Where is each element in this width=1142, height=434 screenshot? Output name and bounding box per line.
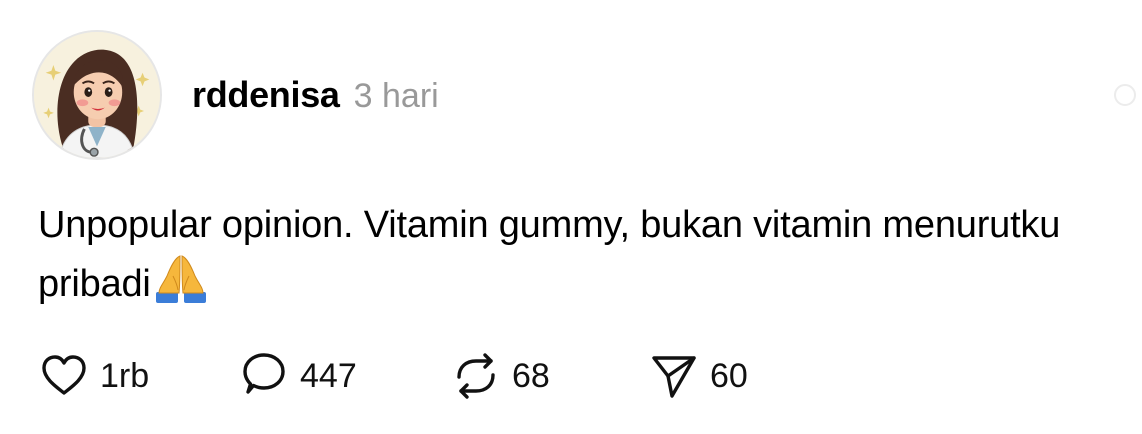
reply-count: 447 — [300, 356, 357, 395]
cartoon-doctor-avatar-icon — [34, 32, 160, 158]
timestamp: 3 hari — [353, 77, 439, 115]
repost-icon — [457, 353, 495, 399]
repost-count: 68 — [512, 356, 550, 395]
threads-watermark — [1114, 84, 1136, 106]
share-button[interactable]: 60 — [648, 350, 748, 402]
avatar[interactable] — [32, 30, 162, 160]
like-button[interactable]: 1rb — [38, 350, 238, 402]
reply-button[interactable]: 447 — [238, 350, 450, 402]
comment-icon — [243, 353, 285, 394]
share-count: 60 — [710, 356, 748, 395]
send-icon — [652, 356, 696, 398]
post-header: rddenisa 3 hari — [192, 74, 439, 116]
username[interactable]: rddenisa — [192, 74, 340, 116]
folded-hands-emoji — [155, 255, 206, 303]
like-count: 1rb — [100, 356, 150, 395]
action-bar: 1rb 447 68 60 — [38, 350, 748, 402]
post-body: Unpopular opinion. Vitamin gummy, bukan … — [38, 196, 1128, 313]
threads-logo-icon — [1114, 84, 1136, 106]
heart-icon — [42, 355, 86, 395]
threads-post: rddenisa 3 hari Unpopular opinion. Vitam… — [0, 0, 1142, 434]
repost-button[interactable]: 68 — [450, 350, 648, 402]
